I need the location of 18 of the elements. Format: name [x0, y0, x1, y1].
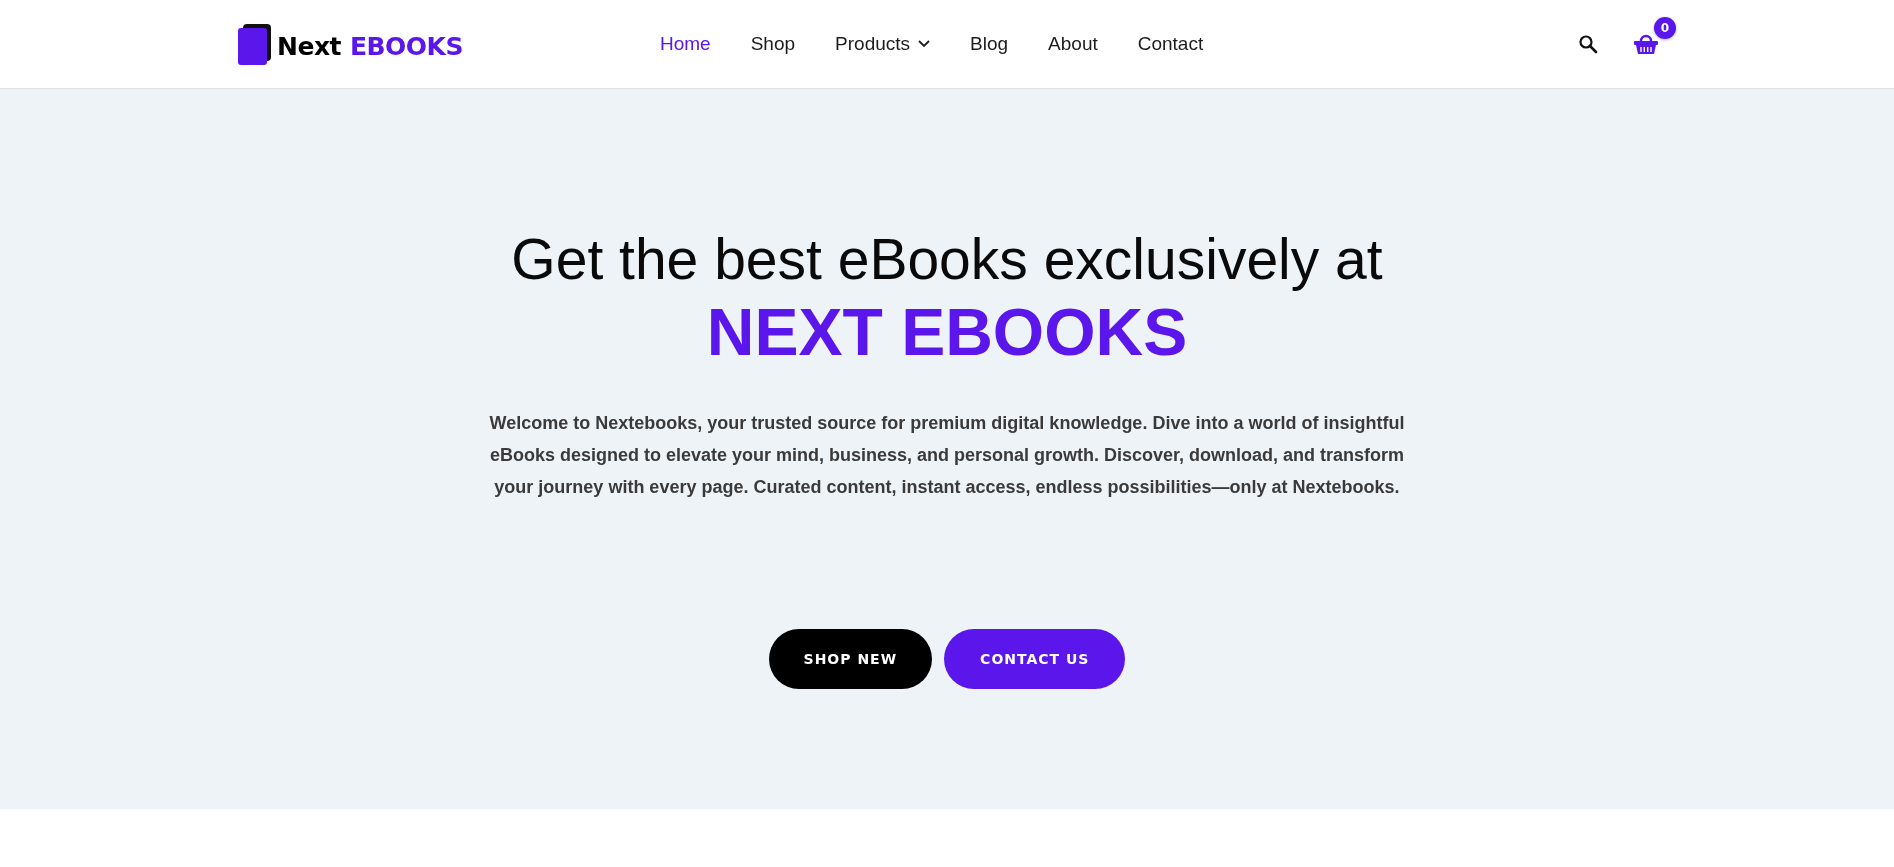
cart-count-badge: 0 [1654, 17, 1676, 39]
nav-link[interactable]: Products [835, 33, 931, 55]
hero-brand-heading: NEXT EBOOKS [706, 294, 1188, 372]
logo-text: EBOOKS [349, 34, 463, 59]
book-icon [238, 23, 272, 65]
basket-icon[interactable] [1634, 34, 1658, 54]
nav-link[interactable]: Blog [970, 33, 1009, 55]
hero-heading: Get the best eBooks exclusively at [511, 226, 1383, 293]
logo-text: Next [277, 34, 341, 59]
nav-link[interactable]: Contact [1137, 33, 1204, 55]
nav-link[interactable]: Shop [750, 33, 796, 55]
search-icon[interactable] [1578, 34, 1598, 54]
logo[interactable]: Next EBOOKS [238, 23, 463, 65]
nav-link[interactable]: Home [660, 33, 711, 55]
contact-button[interactable]: CONTACT US [944, 628, 1126, 689]
shop-button[interactable]: SHOP NEW [768, 628, 933, 689]
hero-description: Welcome to Nextebooks, your trusted source for premium digital knowledge. Dive into a world of insightful eBooks designed to elevate your mind, business, and personal growth. Discover, download, and transform your journey with every page. Curated content, instant access, endless possibilities—only at Nextebooks. [488, 411, 1406, 499]
nav-link[interactable]: About [1048, 33, 1098, 55]
